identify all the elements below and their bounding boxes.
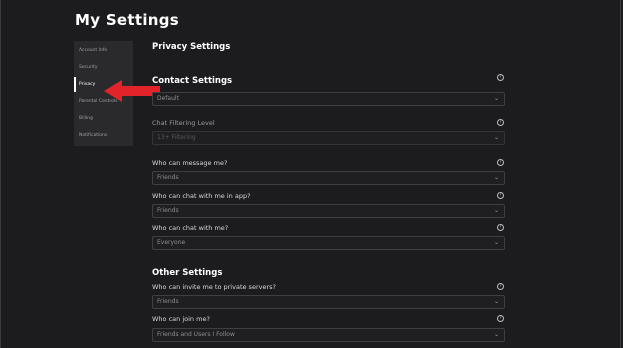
sidebar-item-billing[interactable]: Billing [74, 111, 133, 126]
private-servers-select[interactable]: Friends ⌄ [152, 295, 505, 309]
window-edge-right [620, 0, 621, 348]
page-title: My Settings [75, 11, 180, 29]
message-help-icon[interactable]: ? [497, 159, 504, 166]
message-value: Friends [157, 174, 179, 181]
chevron-down-icon: ⌄ [493, 134, 499, 141]
chevron-down-icon: ⌄ [493, 298, 499, 305]
private-servers-help-icon[interactable]: ? [497, 283, 504, 290]
message-label: Who can message me? [152, 159, 228, 167]
chat-value: Everyone [157, 239, 186, 246]
sidebar-item-notifications[interactable]: Notifications [74, 128, 133, 143]
chat-in-app-select[interactable]: Friends ⌄ [152, 204, 505, 218]
private-servers-label: Who can invite me to private servers? [152, 283, 276, 291]
chat-filtering-label: Chat Filtering Level [152, 119, 215, 127]
privacy-settings-heading: Privacy Settings [152, 42, 231, 52]
message-select[interactable]: Friends ⌄ [152, 171, 505, 185]
chat-in-app-value: Friends [157, 207, 179, 214]
chevron-down-icon: ⌄ [493, 331, 499, 338]
join-help-icon[interactable]: ? [497, 315, 504, 322]
chat-label: Who can chat with me? [152, 224, 229, 232]
contact-settings-help-icon[interactable]: ? [497, 74, 504, 81]
window-edge-left [0, 0, 1, 348]
sidebar-item-security[interactable]: Security [74, 60, 133, 75]
join-select[interactable]: Friends and Users I Follow ⌄ [152, 328, 505, 342]
private-servers-value: Friends [157, 298, 179, 305]
chat-select[interactable]: Everyone ⌄ [152, 236, 505, 250]
chat-in-app-label: Who can chat with me in app? [152, 192, 251, 200]
contact-settings-select[interactable]: Default ⌄ [152, 92, 505, 106]
other-settings-heading: Other Settings [152, 268, 223, 278]
chat-filtering-value: 13+ Filtering [157, 134, 196, 141]
chat-help-icon[interactable]: ? [497, 224, 504, 231]
chevron-down-icon: ⌄ [493, 95, 499, 102]
join-value: Friends and Users I Follow [157, 331, 235, 338]
contact-settings-heading: Contact Settings [152, 76, 233, 86]
chat-filtering-help-icon[interactable]: ? [497, 119, 504, 126]
sidebar-item-account-info[interactable]: Account Info [74, 43, 133, 58]
join-label: Who can join me? [152, 315, 210, 323]
chat-in-app-help-icon[interactable]: ? [497, 192, 504, 199]
chevron-down-icon: ⌄ [493, 174, 499, 181]
chevron-down-icon: ⌄ [493, 207, 499, 214]
chat-filtering-select: 13+ Filtering ⌄ [152, 131, 505, 145]
chevron-down-icon: ⌄ [493, 239, 499, 246]
contact-settings-value: Default [157, 95, 179, 102]
